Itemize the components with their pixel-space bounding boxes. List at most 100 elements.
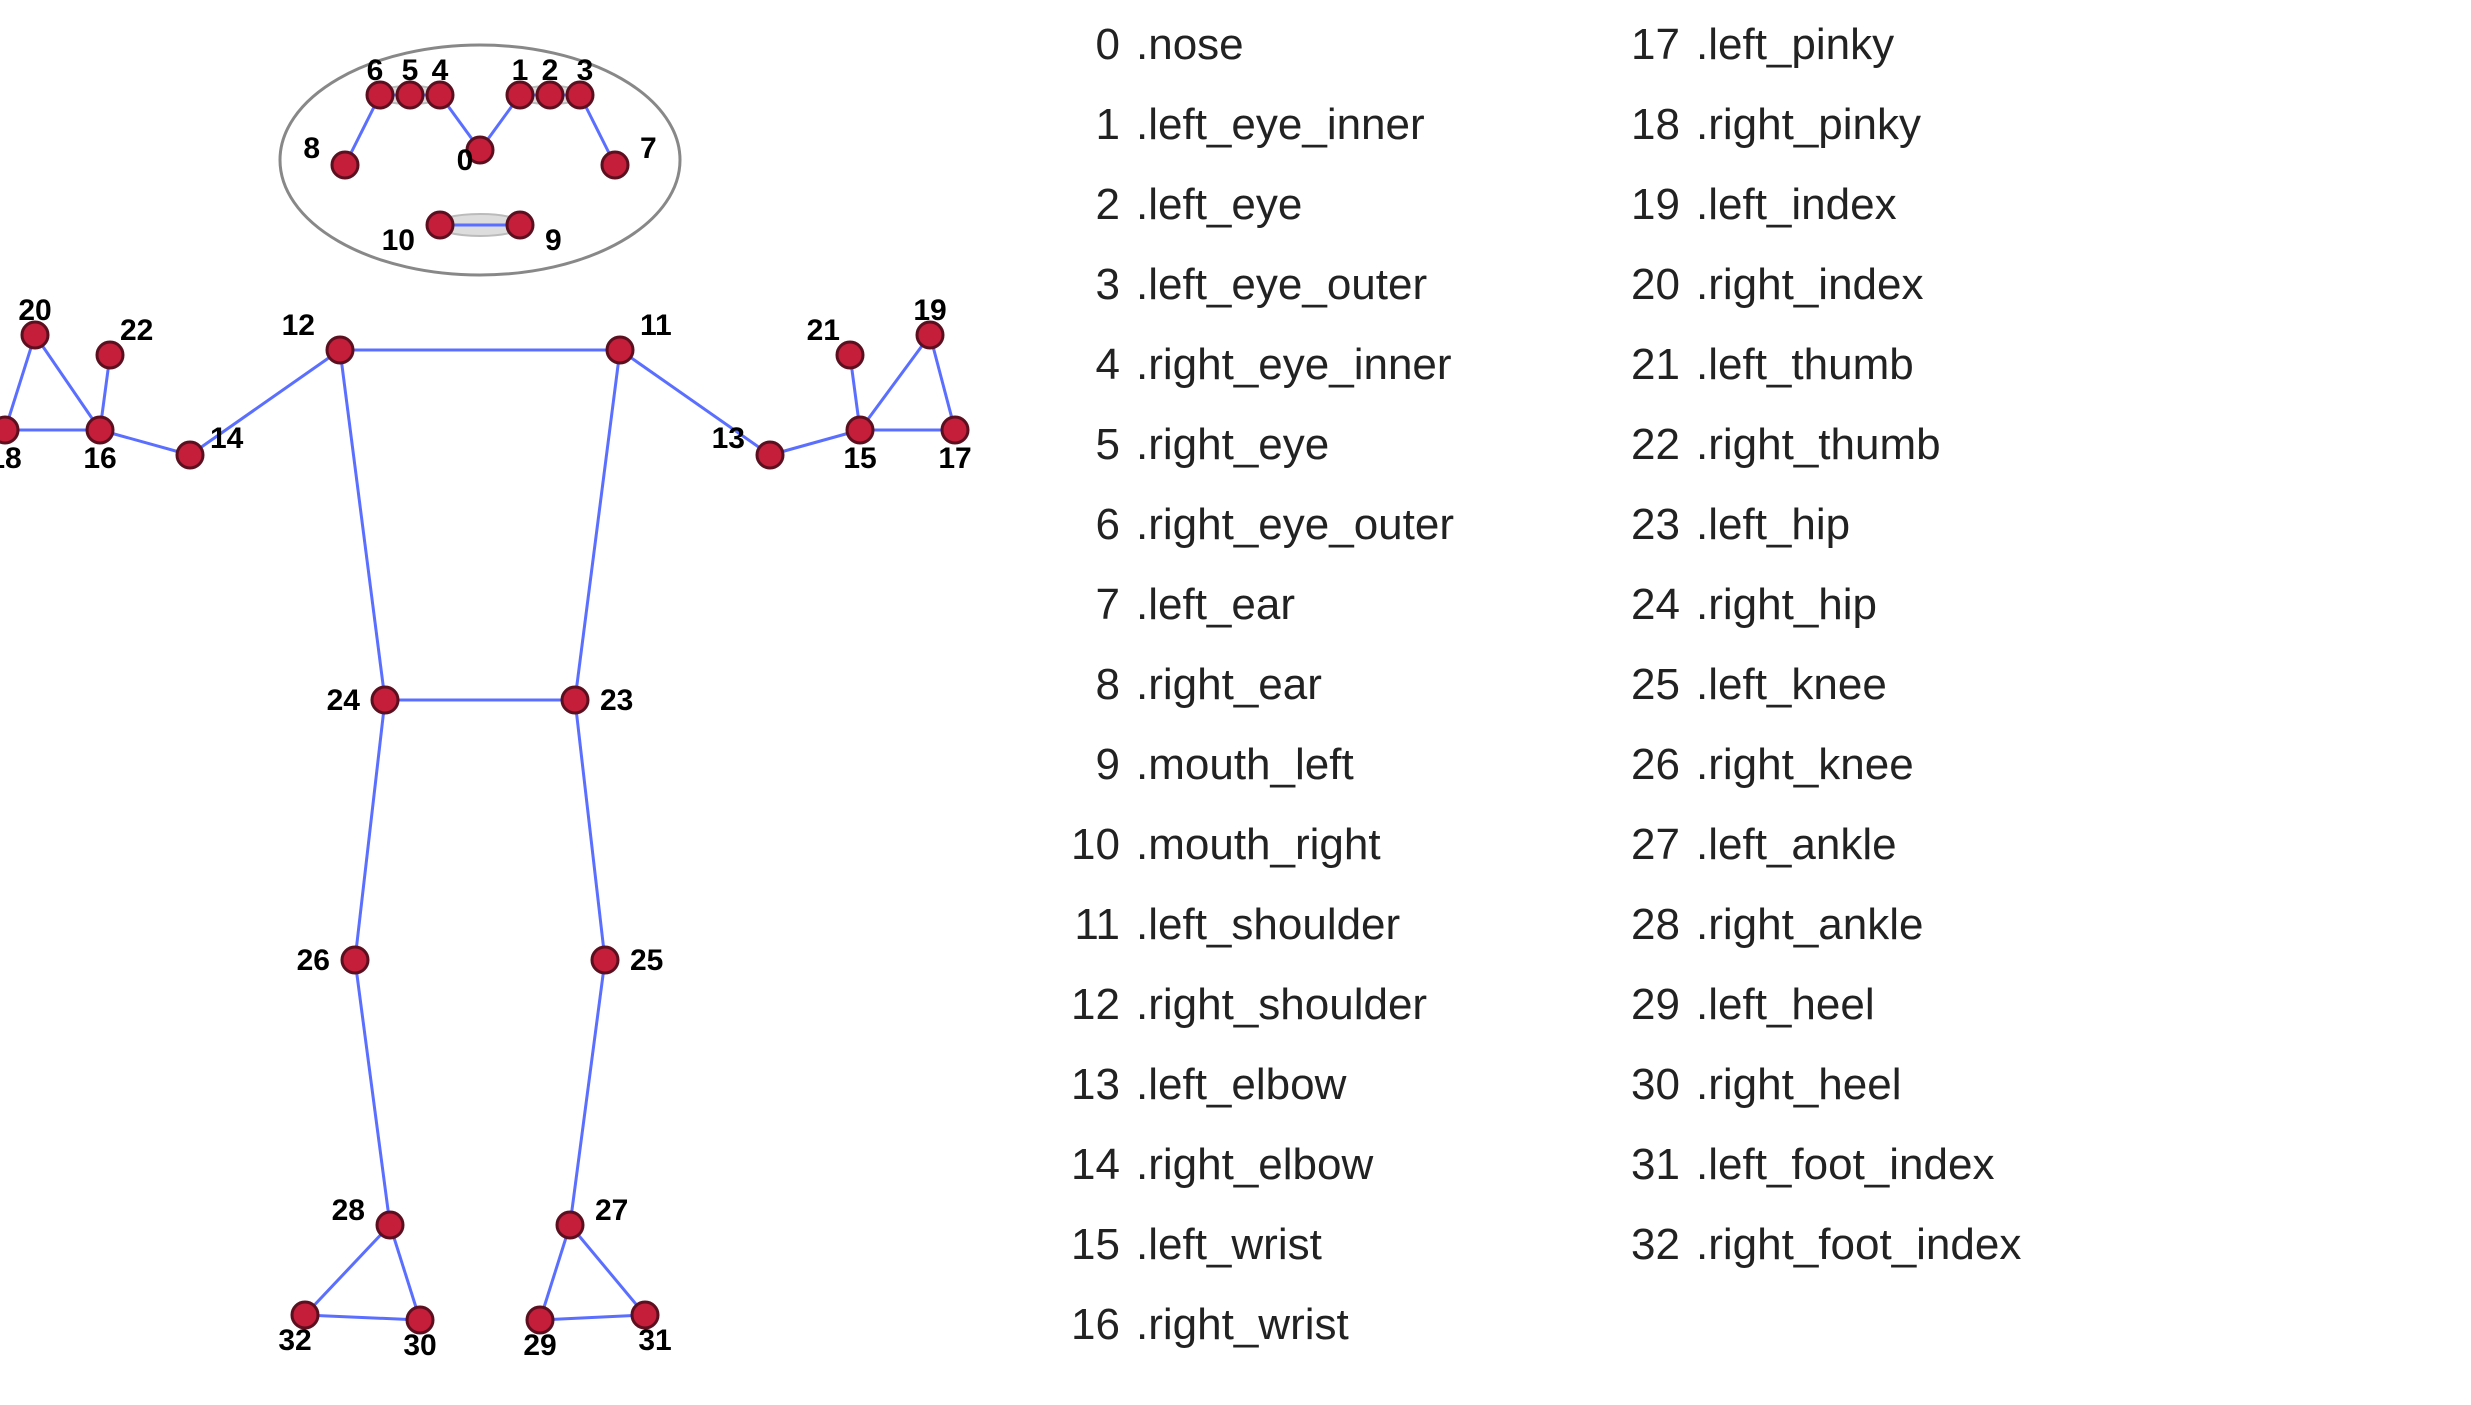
landmark-10 — [427, 212, 453, 238]
legend-num: 14 — [1040, 1140, 1120, 1190]
landmark-label-26: 26 — [297, 944, 330, 977]
legend-row-27: 27. left_ankle — [1600, 820, 2021, 870]
legend-row-13: 13. left_elbow — [1040, 1060, 1600, 1110]
landmark-label-9: 9 — [545, 224, 562, 257]
legend-num: 8 — [1040, 660, 1120, 710]
landmark-label-7: 7 — [640, 132, 657, 165]
landmark-label-11: 11 — [640, 309, 672, 342]
landmark-label-32: 32 — [278, 1324, 311, 1357]
legend-row-8: 8. right_ear — [1040, 660, 1600, 710]
legend-row-11: 11. left_shoulder — [1040, 900, 1600, 950]
pose-diagram: 0123456789101112131415161718192021222324… — [0, 0, 1000, 1405]
legend-name: right_foot_index — [1708, 1220, 2021, 1270]
legend-num: 10 — [1040, 820, 1120, 870]
legend-name: right_shoulder — [1148, 980, 1427, 1030]
landmark-label-6: 6 — [367, 54, 384, 87]
legend-num: 13 — [1040, 1060, 1120, 1110]
legend-num: 1 — [1040, 100, 1120, 150]
legend-row-5: 5. right_eye — [1040, 420, 1600, 470]
legend-row-19: 19. left_index — [1600, 180, 2021, 230]
landmark-label-29: 29 — [523, 1329, 556, 1362]
legend-row-15: 15. left_wrist — [1040, 1220, 1600, 1270]
legend-num: 24 — [1600, 580, 1680, 630]
legend-num: 2 — [1040, 180, 1120, 230]
landmark-27 — [557, 1212, 583, 1238]
legend-name: right_eye_outer — [1148, 500, 1454, 550]
legend-num: 30 — [1600, 1060, 1680, 1110]
pose-edge — [570, 1225, 645, 1315]
legend-name: left_eye_outer — [1148, 260, 1427, 310]
legend-num: 17 — [1600, 20, 1680, 70]
landmark-label-13: 13 — [712, 422, 745, 455]
landmark-23 — [562, 687, 588, 713]
legend-name: right_thumb — [1708, 420, 1940, 470]
legend-row-17: 17. left_pinky — [1600, 20, 2021, 70]
pose-edge — [570, 960, 605, 1225]
legend-row-23: 23. left_hip — [1600, 500, 2021, 550]
landmark-label-10: 10 — [382, 224, 415, 257]
pose-edge — [35, 335, 100, 430]
legend-row-31: 31. left_foot_index — [1600, 1140, 2021, 1190]
legend-num: 32 — [1600, 1220, 1680, 1270]
legend-num: 21 — [1600, 340, 1680, 390]
legend-num: 29 — [1600, 980, 1680, 1030]
pose-edge — [575, 350, 620, 700]
landmark-17 — [942, 417, 968, 443]
legend-num: 3 — [1040, 260, 1120, 310]
landmark-label-22: 22 — [120, 314, 153, 347]
legend-name: right_knee — [1708, 740, 1913, 790]
legend-name: left_eye — [1148, 180, 1302, 230]
legend-row-28: 28. right_ankle — [1600, 900, 2021, 950]
landmark-label-24: 24 — [327, 684, 361, 717]
landmark-label-30: 30 — [403, 1329, 436, 1362]
pose-edge — [620, 350, 770, 455]
legend-name: left_index — [1708, 180, 1896, 230]
landmark-label-23: 23 — [600, 684, 633, 717]
landmark-label-4: 4 — [432, 54, 449, 87]
legend-name: left_knee — [1708, 660, 1887, 710]
legend-row-3: 3. left_eye_outer — [1040, 260, 1600, 310]
legend-row-16: 16. right_wrist — [1040, 1300, 1600, 1350]
legend-row-18: 18. right_pinky — [1600, 100, 2021, 150]
legend-name: left_thumb — [1708, 340, 1913, 390]
legend-name: right_wrist — [1148, 1300, 1349, 1350]
landmark-8 — [332, 152, 358, 178]
legend-row-10: 10. mouth_right — [1040, 820, 1600, 870]
legend-num: 0 — [1040, 20, 1120, 70]
legend-name: right_eye — [1148, 420, 1329, 470]
legend-name: right_ear — [1148, 660, 1322, 710]
landmark-28 — [377, 1212, 403, 1238]
landmark-label-31: 31 — [638, 1324, 671, 1357]
landmark-21 — [837, 342, 863, 368]
legend-num: 7 — [1040, 580, 1120, 630]
landmark-label-1: 1 — [512, 54, 529, 87]
landmark-26 — [342, 947, 368, 973]
legend-name: left_elbow — [1148, 1060, 1346, 1110]
landmark-label-28: 28 — [332, 1194, 365, 1227]
landmark-label-12: 12 — [282, 309, 315, 342]
landmark-12 — [327, 337, 353, 363]
legend-row-26: 26. right_knee — [1600, 740, 2021, 790]
legend-name: right_hip — [1708, 580, 1877, 630]
legend-num: 27 — [1600, 820, 1680, 870]
landmark-label-19: 19 — [913, 294, 946, 327]
legend-name: left_ankle — [1708, 820, 1896, 870]
pose-edge — [5, 335, 35, 430]
landmark-label-2: 2 — [542, 54, 559, 87]
legend-name: left_heel — [1708, 980, 1874, 1030]
landmark-label-16: 16 — [83, 442, 116, 475]
legend-num: 6 — [1040, 500, 1120, 550]
landmark-25 — [592, 947, 618, 973]
legend-row-1: 1. left_eye_inner — [1040, 100, 1600, 150]
legend-name: left_pinky — [1708, 20, 1894, 70]
pose-edge — [355, 960, 390, 1225]
landmark-14 — [177, 442, 203, 468]
pose-edge — [540, 1225, 570, 1320]
landmark-label-21: 21 — [807, 314, 840, 347]
legend-num: 11 — [1040, 900, 1120, 950]
landmark-label-25: 25 — [630, 944, 663, 977]
legend-num: 20 — [1600, 260, 1680, 310]
landmark-label-5: 5 — [402, 54, 419, 87]
landmark-7 — [602, 152, 628, 178]
legend-num: 9 — [1040, 740, 1120, 790]
